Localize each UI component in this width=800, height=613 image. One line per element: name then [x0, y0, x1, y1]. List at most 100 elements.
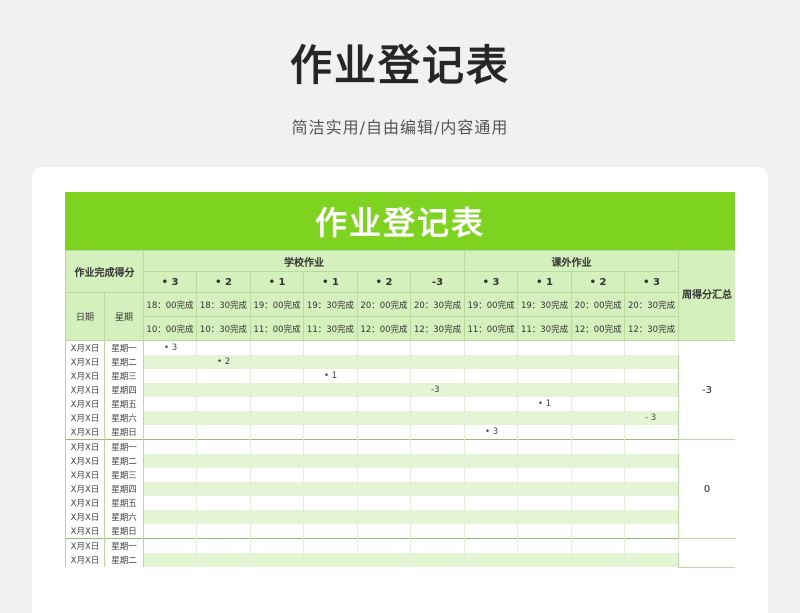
- score-cell[interactable]: [571, 553, 626, 567]
- day-cell[interactable]: 星期五: [104, 496, 144, 510]
- score-cell[interactable]: [464, 340, 519, 355]
- score-cell[interactable]: [250, 524, 304, 539]
- score-cell[interactable]: [143, 369, 197, 383]
- day-cell[interactable]: 星期四: [104, 482, 144, 496]
- score-cell[interactable]: [303, 355, 358, 369]
- score-cell[interactable]: [464, 524, 519, 539]
- score-cell[interactable]: [303, 538, 358, 553]
- score-cell[interactable]: [571, 369, 626, 383]
- score-cell[interactable]: [196, 496, 251, 510]
- score-cell[interactable]: [357, 369, 411, 383]
- day-cell[interactable]: 星期三: [104, 369, 144, 383]
- score-cell[interactable]: [409, 340, 466, 355]
- score-cell[interactable]: [357, 340, 411, 355]
- date-cell[interactable]: X月X日: [65, 383, 105, 397]
- date-cell[interactable]: X月X日: [65, 553, 105, 567]
- score-cell[interactable]: [196, 553, 251, 567]
- score-cell[interactable]: [303, 524, 358, 539]
- score-cell[interactable]: [624, 439, 680, 454]
- score-cell[interactable]: [303, 397, 358, 411]
- score-cell[interactable]: [571, 340, 626, 355]
- score-cell[interactable]: [517, 439, 573, 454]
- score-cell[interactable]: [571, 468, 626, 482]
- score-cell[interactable]: [517, 524, 573, 539]
- score-cell[interactable]: [357, 468, 411, 482]
- day-cell[interactable]: 星期日: [104, 524, 144, 539]
- score-cell[interactable]: [409, 496, 466, 510]
- date-cell[interactable]: X月X日: [65, 468, 105, 482]
- day-cell[interactable]: 星期一: [104, 439, 144, 454]
- score-cell[interactable]: [624, 510, 680, 524]
- score-cell[interactable]: [517, 553, 573, 567]
- date-cell[interactable]: X月X日: [65, 355, 105, 369]
- score-cell[interactable]: [517, 411, 573, 425]
- score-cell[interactable]: [517, 425, 573, 440]
- score-cell[interactable]: [571, 355, 626, 369]
- day-cell[interactable]: 星期五: [104, 397, 144, 411]
- score-cell[interactable]: [464, 355, 519, 369]
- score-cell[interactable]: [303, 425, 358, 440]
- score-cell[interactable]: [143, 553, 197, 567]
- score-cell[interactable]: [517, 369, 573, 383]
- score-cell[interactable]: [196, 369, 251, 383]
- score-cell[interactable]: [357, 383, 411, 397]
- score-cell[interactable]: [143, 496, 197, 510]
- date-cell[interactable]: X月X日: [65, 538, 105, 553]
- score-cell[interactable]: [303, 482, 358, 496]
- score-cell[interactable]: [143, 411, 197, 425]
- score-cell[interactable]: [143, 454, 197, 468]
- score-cell[interactable]: [517, 383, 573, 397]
- score-cell[interactable]: [409, 454, 466, 468]
- date-cell[interactable]: X月X日: [65, 369, 105, 383]
- score-cell[interactable]: [409, 355, 466, 369]
- score-cell[interactable]: [196, 425, 251, 440]
- score-cell[interactable]: [624, 355, 680, 369]
- weekly-total-cell[interactable]: -3: [678, 340, 735, 440]
- score-cell[interactable]: [250, 510, 304, 524]
- score-cell[interactable]: [464, 496, 519, 510]
- score-cell[interactable]: [357, 524, 411, 539]
- score-cell[interactable]: [409, 439, 466, 454]
- score-cell[interactable]: [143, 468, 197, 482]
- score-cell[interactable]: [143, 482, 197, 496]
- day-cell[interactable]: 星期三: [104, 468, 144, 482]
- date-cell[interactable]: X月X日: [65, 439, 105, 454]
- score-cell[interactable]: [357, 538, 411, 553]
- score-cell[interactable]: [571, 397, 626, 411]
- score-cell[interactable]: [196, 411, 251, 425]
- score-cell[interactable]: [196, 468, 251, 482]
- day-cell[interactable]: 星期一: [104, 538, 144, 553]
- score-cell[interactable]: [409, 482, 466, 496]
- score-cell[interactable]: [571, 454, 626, 468]
- day-cell[interactable]: 星期四: [104, 383, 144, 397]
- score-cell[interactable]: [357, 454, 411, 468]
- score-cell[interactable]: [409, 538, 466, 553]
- score-cell[interactable]: [571, 411, 626, 425]
- score-cell[interactable]: [409, 468, 466, 482]
- score-cell[interactable]: [250, 369, 304, 383]
- score-cell[interactable]: [517, 496, 573, 510]
- score-cell[interactable]: [624, 496, 680, 510]
- score-cell[interactable]: [571, 510, 626, 524]
- score-cell[interactable]: [624, 482, 680, 496]
- date-cell[interactable]: X月X日: [65, 425, 105, 440]
- score-cell[interactable]: [409, 411, 466, 425]
- score-cell[interactable]: [303, 468, 358, 482]
- score-cell[interactable]: [357, 411, 411, 425]
- score-cell[interactable]: [624, 553, 680, 567]
- score-cell[interactable]: [464, 439, 519, 454]
- score-cell[interactable]: [303, 553, 358, 567]
- score-cell[interactable]: [143, 538, 197, 553]
- score-cell[interactable]: [517, 510, 573, 524]
- score-cell[interactable]: [357, 510, 411, 524]
- day-cell[interactable]: 星期二: [104, 355, 144, 369]
- score-cell[interactable]: [571, 383, 626, 397]
- score-cell[interactable]: [624, 468, 680, 482]
- score-cell[interactable]: [196, 383, 251, 397]
- score-cell[interactable]: [624, 340, 680, 355]
- score-cell[interactable]: [143, 425, 197, 440]
- weekly-total-cell[interactable]: 0: [678, 439, 735, 539]
- score-cell[interactable]: [409, 510, 466, 524]
- score-cell[interactable]: [196, 524, 251, 539]
- score-cell[interactable]: [409, 397, 466, 411]
